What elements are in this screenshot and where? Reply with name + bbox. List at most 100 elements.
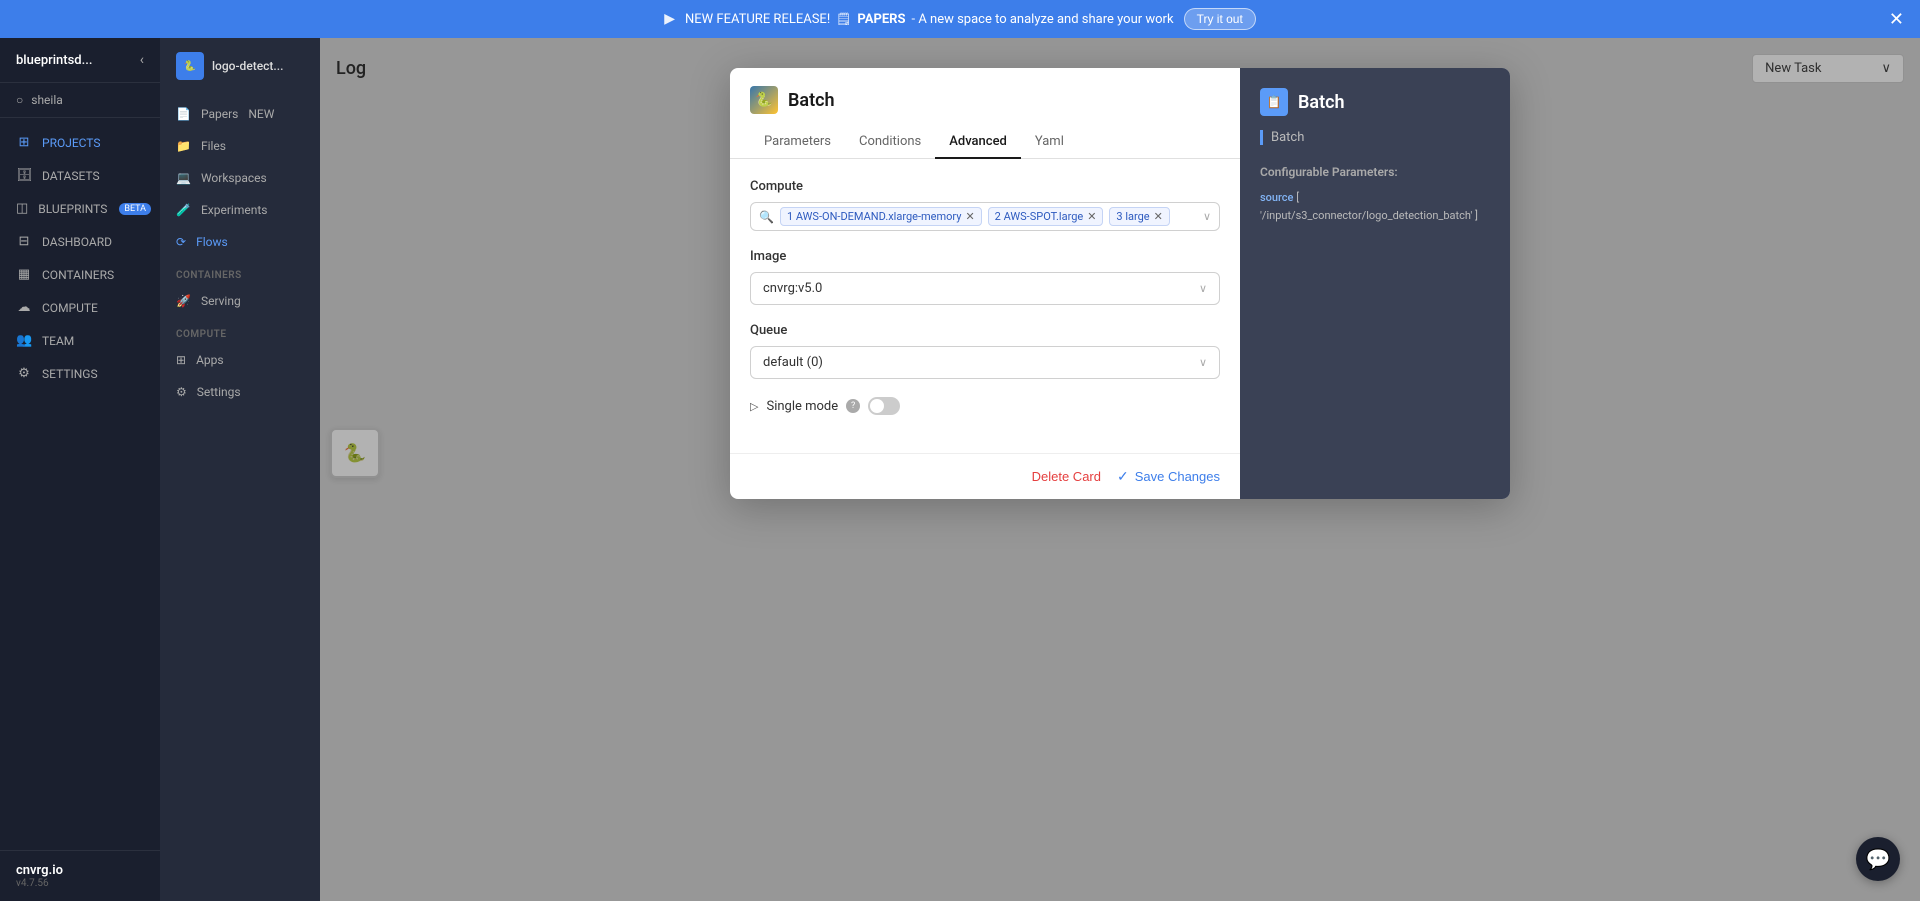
dialog-tabs: Parameters Conditions Advanced Yaml — [730, 126, 1240, 159]
sub-nav-items: 📄 Papers NEW 📁 Files 💻 Workspaces 🧪 Expe… — [160, 90, 320, 416]
sub-nav-experiments[interactable]: 🧪 Experiments — [160, 194, 320, 226]
sidebar-item-compute[interactable]: ☁ COMPUTE — [0, 291, 160, 324]
tab-parameters[interactable]: Parameters — [750, 126, 845, 159]
tab-advanced[interactable]: Advanced — [935, 126, 1021, 159]
papers-icon: 📄 — [176, 107, 191, 121]
sub-nav-label: Files — [201, 139, 226, 153]
datasets-icon: 🗄 — [16, 168, 32, 183]
content-area: Log New Task ∨ 🐍 🐍 Batch Paramete — [320, 38, 1920, 901]
chat-button[interactable]: 💬 — [1856, 837, 1900, 881]
single-mode-group: ▷ Single mode ? — [750, 397, 1220, 415]
compute-label: Compute — [750, 179, 1220, 194]
version-label: v4.7.56 — [16, 878, 144, 889]
sidebar-item-label: PROJECTS — [42, 136, 101, 150]
sidebar-item-blueprints[interactable]: ◫ BLUEPRINTS BETA — [0, 192, 160, 225]
sub-nav-papers[interactable]: 📄 Papers NEW — [160, 98, 320, 130]
compute-icon: ☁ — [16, 300, 32, 315]
batch-icon: 📋 — [1260, 88, 1288, 116]
user-icon: ○ — [16, 93, 23, 107]
sidebar-footer: cnvrg.io v4.7.56 — [0, 850, 160, 901]
team-icon: 👥 — [16, 333, 32, 348]
notif-prefix: NEW FEATURE RELEASE! — [685, 12, 830, 27]
notification-text: NEW FEATURE RELEASE! 🗒 PAPERS - A new sp… — [685, 12, 1174, 27]
settings-icon: ⚙ — [176, 385, 187, 399]
chat-icon: 💬 — [1866, 847, 1891, 871]
files-icon: 📁 — [176, 139, 191, 153]
sidebar-nav: ⊞ PROJECTS 🗄 DATASETS ◫ BLUEPRINTS BETA … — [0, 118, 160, 850]
sidebar-item-datasets[interactable]: 🗄 DATASETS — [0, 159, 160, 192]
sub-nav-flows[interactable]: ⟳ Flows — [160, 226, 320, 258]
single-mode-label: Single mode — [766, 399, 838, 414]
queue-select[interactable]: default (0) ∨ — [750, 346, 1220, 379]
compute-input[interactable]: 🔍 1 AWS-ON-DEMAND.xlarge-memory ✕ 2 AWS-… — [750, 202, 1220, 231]
containers-icon: ▦ — [16, 267, 32, 282]
dashboard-icon: ⊟ — [16, 234, 32, 249]
sidebar-item-team[interactable]: 👥 TEAM — [0, 324, 160, 357]
single-mode-row: ▷ Single mode ? — [750, 397, 1220, 415]
image-field-group: Image cnvrg:v5.0 ∨ — [750, 249, 1220, 305]
sub-nav-serving[interactable]: 🚀 Serving — [160, 285, 320, 317]
notif-close-button[interactable]: ✕ — [1889, 10, 1904, 28]
sidebar-item-label: DASHBOARD — [42, 235, 112, 249]
flows-icon: ⟳ — [176, 235, 186, 249]
compute-chevron-icon[interactable]: ∨ — [1203, 210, 1211, 223]
sub-nav-settings[interactable]: ⚙ Settings — [160, 376, 320, 408]
sub-nav-workspaces[interactable]: 💻 Workspaces — [160, 162, 320, 194]
sub-nav-files[interactable]: 📁 Files — [160, 130, 320, 162]
section-containers: CONTAINERS — [160, 258, 320, 285]
queue-chevron-icon: ∨ — [1199, 356, 1207, 369]
compute-tag-3: 3 large ✕ — [1109, 207, 1169, 226]
queue-label: Queue — [750, 323, 1220, 338]
try-it-out-button[interactable]: Try it out — [1184, 8, 1256, 30]
notification-bar: ▶ NEW FEATURE RELEASE! 🗒 PAPERS - A new … — [0, 0, 1920, 38]
tag-remove-2[interactable]: ✕ — [1087, 211, 1096, 222]
dialog-left-panel: 🐍 Batch Parameters Conditions Advanced Y… — [730, 68, 1240, 499]
sub-navigation: 🐍 logo-detect... 📄 Papers NEW 📁 Files 💻 … — [160, 38, 320, 901]
app-name: blueprintsd... — [16, 53, 92, 68]
right-title-text: Batch — [1298, 92, 1345, 113]
image-value: cnvrg:v5.0 — [763, 281, 822, 296]
projects-icon: ⊞ — [16, 135, 32, 150]
sidebar-item-projects[interactable]: ⊞ PROJECTS — [0, 126, 160, 159]
sidebar-item-dashboard[interactable]: ⊟ DASHBOARD — [0, 225, 160, 258]
sub-nav-label: Apps — [196, 353, 224, 367]
save-changes-button[interactable]: ✓ Save Changes — [1117, 468, 1220, 485]
delete-card-button[interactable]: Delete Card — [1032, 469, 1101, 484]
compute-tag-2: 2 AWS-SPOT.large ✕ — [988, 207, 1104, 226]
tab-conditions[interactable]: Conditions — [845, 126, 935, 159]
sub-nav-label: Experiments — [201, 203, 268, 217]
tag-label: 3 large — [1116, 210, 1149, 223]
sub-nav-apps[interactable]: ⊞ Apps — [160, 344, 320, 376]
sidebar-item-label: TEAM — [42, 334, 74, 348]
sub-nav-label: Settings — [197, 385, 241, 399]
sub-nav-label: Flows — [196, 235, 228, 249]
compute-tag-1: 1 AWS-ON-DEMAND.xlarge-memory ✕ — [780, 207, 982, 226]
right-panel-title: 📋 Batch — [1260, 88, 1490, 116]
workspaces-icon: 💻 — [176, 171, 191, 185]
sidebar-item-containers[interactable]: ▦ CONTAINERS — [0, 258, 160, 291]
main-sidebar: blueprintsd... ‹ ○ sheila ⊞ PROJECTS 🗄 D… — [0, 38, 160, 901]
settings-icon: ⚙ — [16, 366, 32, 381]
batch-dialog: 🐍 Batch Parameters Conditions Advanced Y… — [730, 68, 1510, 499]
sidebar-item-settings[interactable]: ⚙ SETTINGS — [0, 357, 160, 390]
username: sheila — [31, 93, 63, 107]
config-params-title: Configurable Parameters: — [1260, 165, 1490, 179]
queue-field-group: Queue default (0) ∨ — [750, 323, 1220, 379]
collapse-icon[interactable]: ‹ — [140, 52, 144, 68]
dialog-footer: Delete Card ✓ Save Changes — [730, 453, 1240, 499]
sub-nav-label: Papers — [201, 107, 238, 121]
papers-label: PAPERS — [857, 12, 905, 27]
tag-remove-1[interactable]: ✕ — [965, 211, 974, 222]
apps-icon: ⊞ — [176, 353, 186, 367]
single-mode-toggle[interactable] — [868, 397, 900, 415]
beta-badge: BETA — [119, 203, 151, 215]
tab-yaml[interactable]: Yaml — [1021, 126, 1078, 159]
dialog-body: Compute 🔍 1 AWS-ON-DEMAND.xlarge-memory … — [730, 159, 1240, 453]
play-icon-small: ▷ — [750, 400, 758, 413]
sidebar-header: blueprintsd... ‹ — [0, 38, 160, 83]
image-select[interactable]: cnvrg:v5.0 ∨ — [750, 272, 1220, 305]
project-logo: 🐍 — [176, 52, 204, 80]
new-badge: NEW — [248, 107, 274, 121]
tag-remove-3[interactable]: ✕ — [1154, 211, 1163, 222]
info-icon[interactable]: ? — [846, 399, 860, 413]
